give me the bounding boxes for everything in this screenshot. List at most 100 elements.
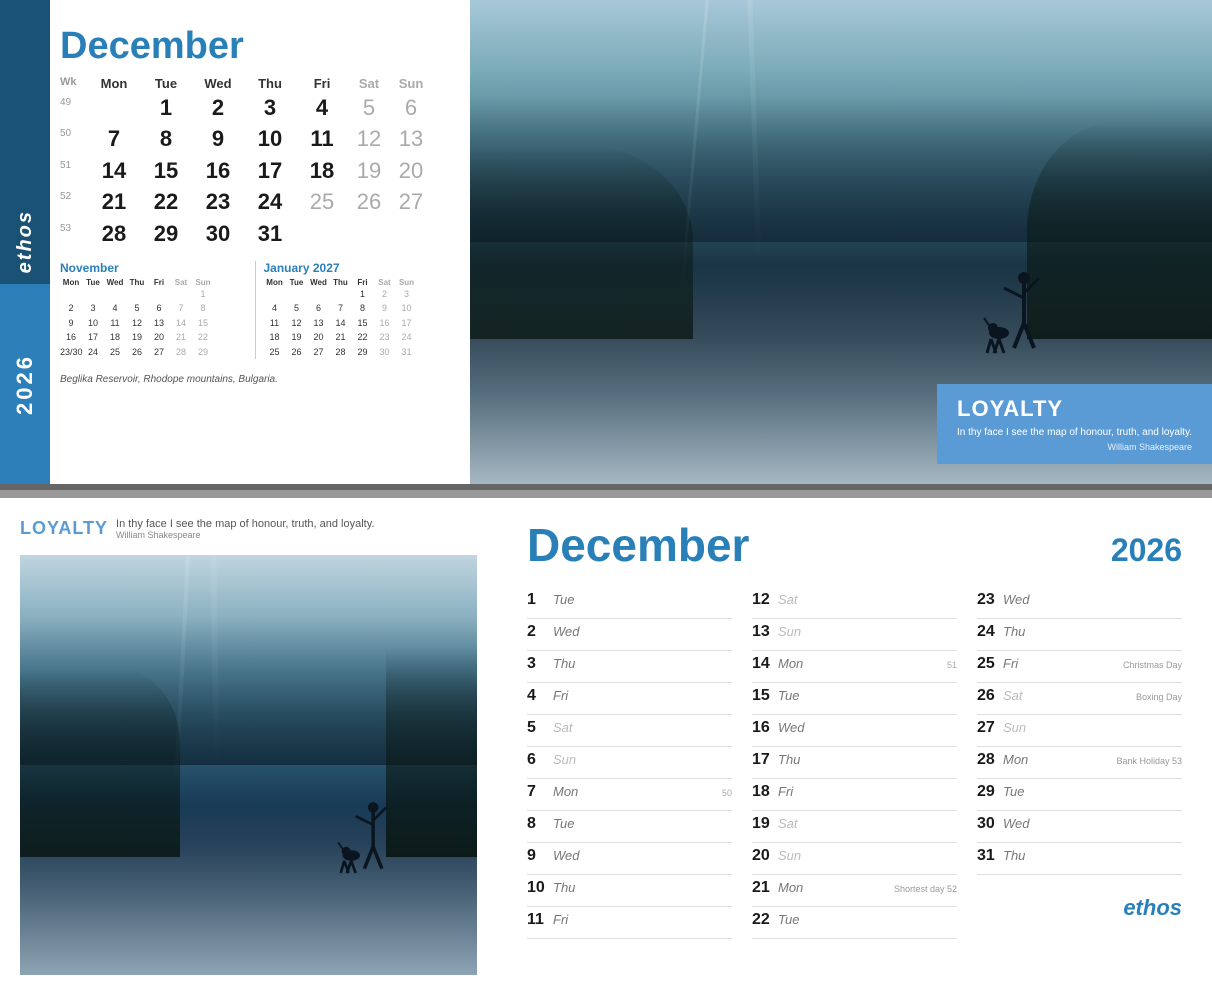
bottom-cal-header: December 2026: [527, 518, 1182, 572]
date-row-1: 1 Tue: [527, 587, 732, 619]
mini-cal-november: November Mon Tue Wed Thu Fri Sat Sun 1: [60, 261, 247, 359]
date-row-9: 9 Wed: [527, 843, 732, 875]
top-left-panel: ethos 2026 December Wk Mon Tue Wed Thu F…: [0, 0, 470, 484]
date-row-28: 28 Mon Bank Holiday 53: [977, 747, 1182, 779]
day-27: 27: [390, 187, 432, 217]
day-13: 13: [390, 124, 432, 154]
ethos-brand-top: ethos: [14, 210, 37, 273]
cal-row-49: 49 1 2 3 4 5 6: [60, 93, 450, 123]
day-8: 8: [140, 124, 192, 154]
day-9: 9: [192, 124, 244, 154]
date-row-2: 2 Wed: [527, 619, 732, 651]
ethos-brand-bottom: ethos: [977, 875, 1182, 921]
wk-49: 49: [60, 93, 88, 123]
date-columns: 1 Tue 2 Wed 3 Thu 4 Fri 5 Sat: [527, 587, 1182, 969]
date-row-31: 31 Thu: [977, 843, 1182, 875]
day-16: 16: [192, 156, 244, 186]
day-14: 14: [88, 156, 140, 186]
day-18: 18: [296, 156, 348, 186]
day-21: 21: [88, 187, 140, 217]
january-title: January 2027: [264, 261, 451, 275]
year-label-top: 2026: [12, 354, 38, 415]
loyalty-badge: LOYALTY In thy face I see the map of hon…: [937, 384, 1212, 464]
date-row-5: 5 Sat: [527, 715, 732, 747]
fri-header: Fri: [296, 76, 348, 91]
date-row-20: 20 Sun: [752, 843, 957, 875]
date-row-25: 25 Fri Christmas Day: [977, 651, 1182, 683]
bottom-half: LOYALTY In thy face I see the map of hon…: [0, 498, 1212, 1000]
day-25: 25: [296, 187, 348, 217]
day-empty4: [390, 219, 432, 249]
date-row-30: 30 Wed: [977, 811, 1182, 843]
sat-header: Sat: [348, 76, 390, 91]
date-row-7: 7 Mon 50: [527, 779, 732, 811]
day-19: 19: [348, 156, 390, 186]
day-empty: [88, 93, 140, 123]
day-29: 29: [140, 219, 192, 249]
day-31: 31: [244, 219, 296, 249]
bottom-left-panel: LOYALTY In thy face I see the map of hon…: [0, 498, 497, 1000]
day-23: 23: [192, 187, 244, 217]
date-row-11: 11 Fri: [527, 907, 732, 939]
main-month-title: December: [60, 25, 450, 68]
date-row-18: 18 Fri: [752, 779, 957, 811]
tue-header: Tue: [140, 76, 192, 91]
mon-header: Mon: [88, 76, 140, 91]
date-row-21: 21 Mon Shortest day 52: [752, 875, 957, 907]
date-row-8: 8 Tue: [527, 811, 732, 843]
day-1: 1: [140, 93, 192, 123]
date-col-2: 12 Sat 13 Sun 14 Mon 51 15 Tue 16: [752, 587, 957, 969]
date-row-16: 16 Wed: [752, 715, 957, 747]
date-row-15: 15 Tue: [752, 683, 957, 715]
day-5: 5: [348, 93, 390, 123]
date-row-3: 3 Thu: [527, 651, 732, 683]
cal-row-52: 52 21 22 23 24 25 26 27: [60, 187, 450, 217]
date-col-3: 23 Wed 24 Thu 25 Fri Christmas Day 26 Sa…: [977, 587, 1182, 969]
day-6: 6: [390, 93, 432, 123]
day-22: 22: [140, 187, 192, 217]
image-caption: Beglika Reservoir, Rhodope mountains, Bu…: [60, 374, 450, 385]
date-row-4: 4 Fri: [527, 683, 732, 715]
date-row-29: 29 Tue: [977, 779, 1182, 811]
loyalty-badge-title: LOYALTY: [957, 396, 1192, 422]
day-4: 4: [296, 93, 348, 123]
day-3: 3: [244, 93, 296, 123]
date-row-10: 10 Thu: [527, 875, 732, 907]
november-grid: Mon Tue Wed Thu Fri Sat Sun 1 2 3: [60, 278, 247, 359]
top-half: ethos 2026 December Wk Mon Tue Wed Thu F…: [0, 0, 1212, 490]
date-col-1: 1 Tue 2 Wed 3 Thu 4 Fri 5 Sat: [527, 587, 732, 969]
bottom-landscape-image: [20, 555, 477, 975]
date-row-12: 12 Sat: [752, 587, 957, 619]
loyalty-badge-author: William Shakespeare: [957, 442, 1192, 452]
cal-row-50: 50 7 8 9 10 11 12 13: [60, 124, 450, 154]
date-row-17: 17 Thu: [752, 747, 957, 779]
cal-row-53: 53 28 29 30 31: [60, 219, 450, 249]
day-7: 7: [88, 124, 140, 154]
loyalty-author: William Shakespeare: [116, 530, 374, 540]
wk-52: 52: [60, 187, 88, 217]
cal-header-row: Wk Mon Tue Wed Thu Fri Sat Sun: [60, 76, 450, 91]
day-20: 20: [390, 156, 432, 186]
bottom-month-title: December: [527, 518, 749, 572]
january-grid: Mon Tue Wed Thu Fri Sat Sun 1 2 3 4 5: [264, 278, 451, 359]
bottom-right-panel: December 2026 1 Tue 2 Wed 3 Thu 4: [497, 498, 1212, 1000]
mini-calendars: November Mon Tue Wed Thu Fri Sat Sun 1: [60, 261, 450, 359]
date-row-14: 14 Mon 51: [752, 651, 957, 683]
day-15: 15: [140, 156, 192, 186]
day-10: 10: [244, 124, 296, 154]
separator: [0, 490, 1212, 498]
loyalty-header: LOYALTY In thy face I see the map of hon…: [20, 518, 477, 540]
wk-53: 53: [60, 219, 88, 249]
day-30: 30: [192, 219, 244, 249]
wk-50: 50: [60, 124, 88, 154]
date-row-26: 26 Sat Boxing Day: [977, 683, 1182, 715]
date-row-19: 19 Sat: [752, 811, 957, 843]
wk-51: 51: [60, 156, 88, 186]
day-17: 17: [244, 156, 296, 186]
thu-header: Thu: [244, 76, 296, 91]
wk-header: Wk: [60, 76, 88, 91]
date-row-27: 27 Sun: [977, 715, 1182, 747]
date-row-23: 23 Wed: [977, 587, 1182, 619]
date-row-13: 13 Sun: [752, 619, 957, 651]
date-row-6: 6 Sun: [527, 747, 732, 779]
